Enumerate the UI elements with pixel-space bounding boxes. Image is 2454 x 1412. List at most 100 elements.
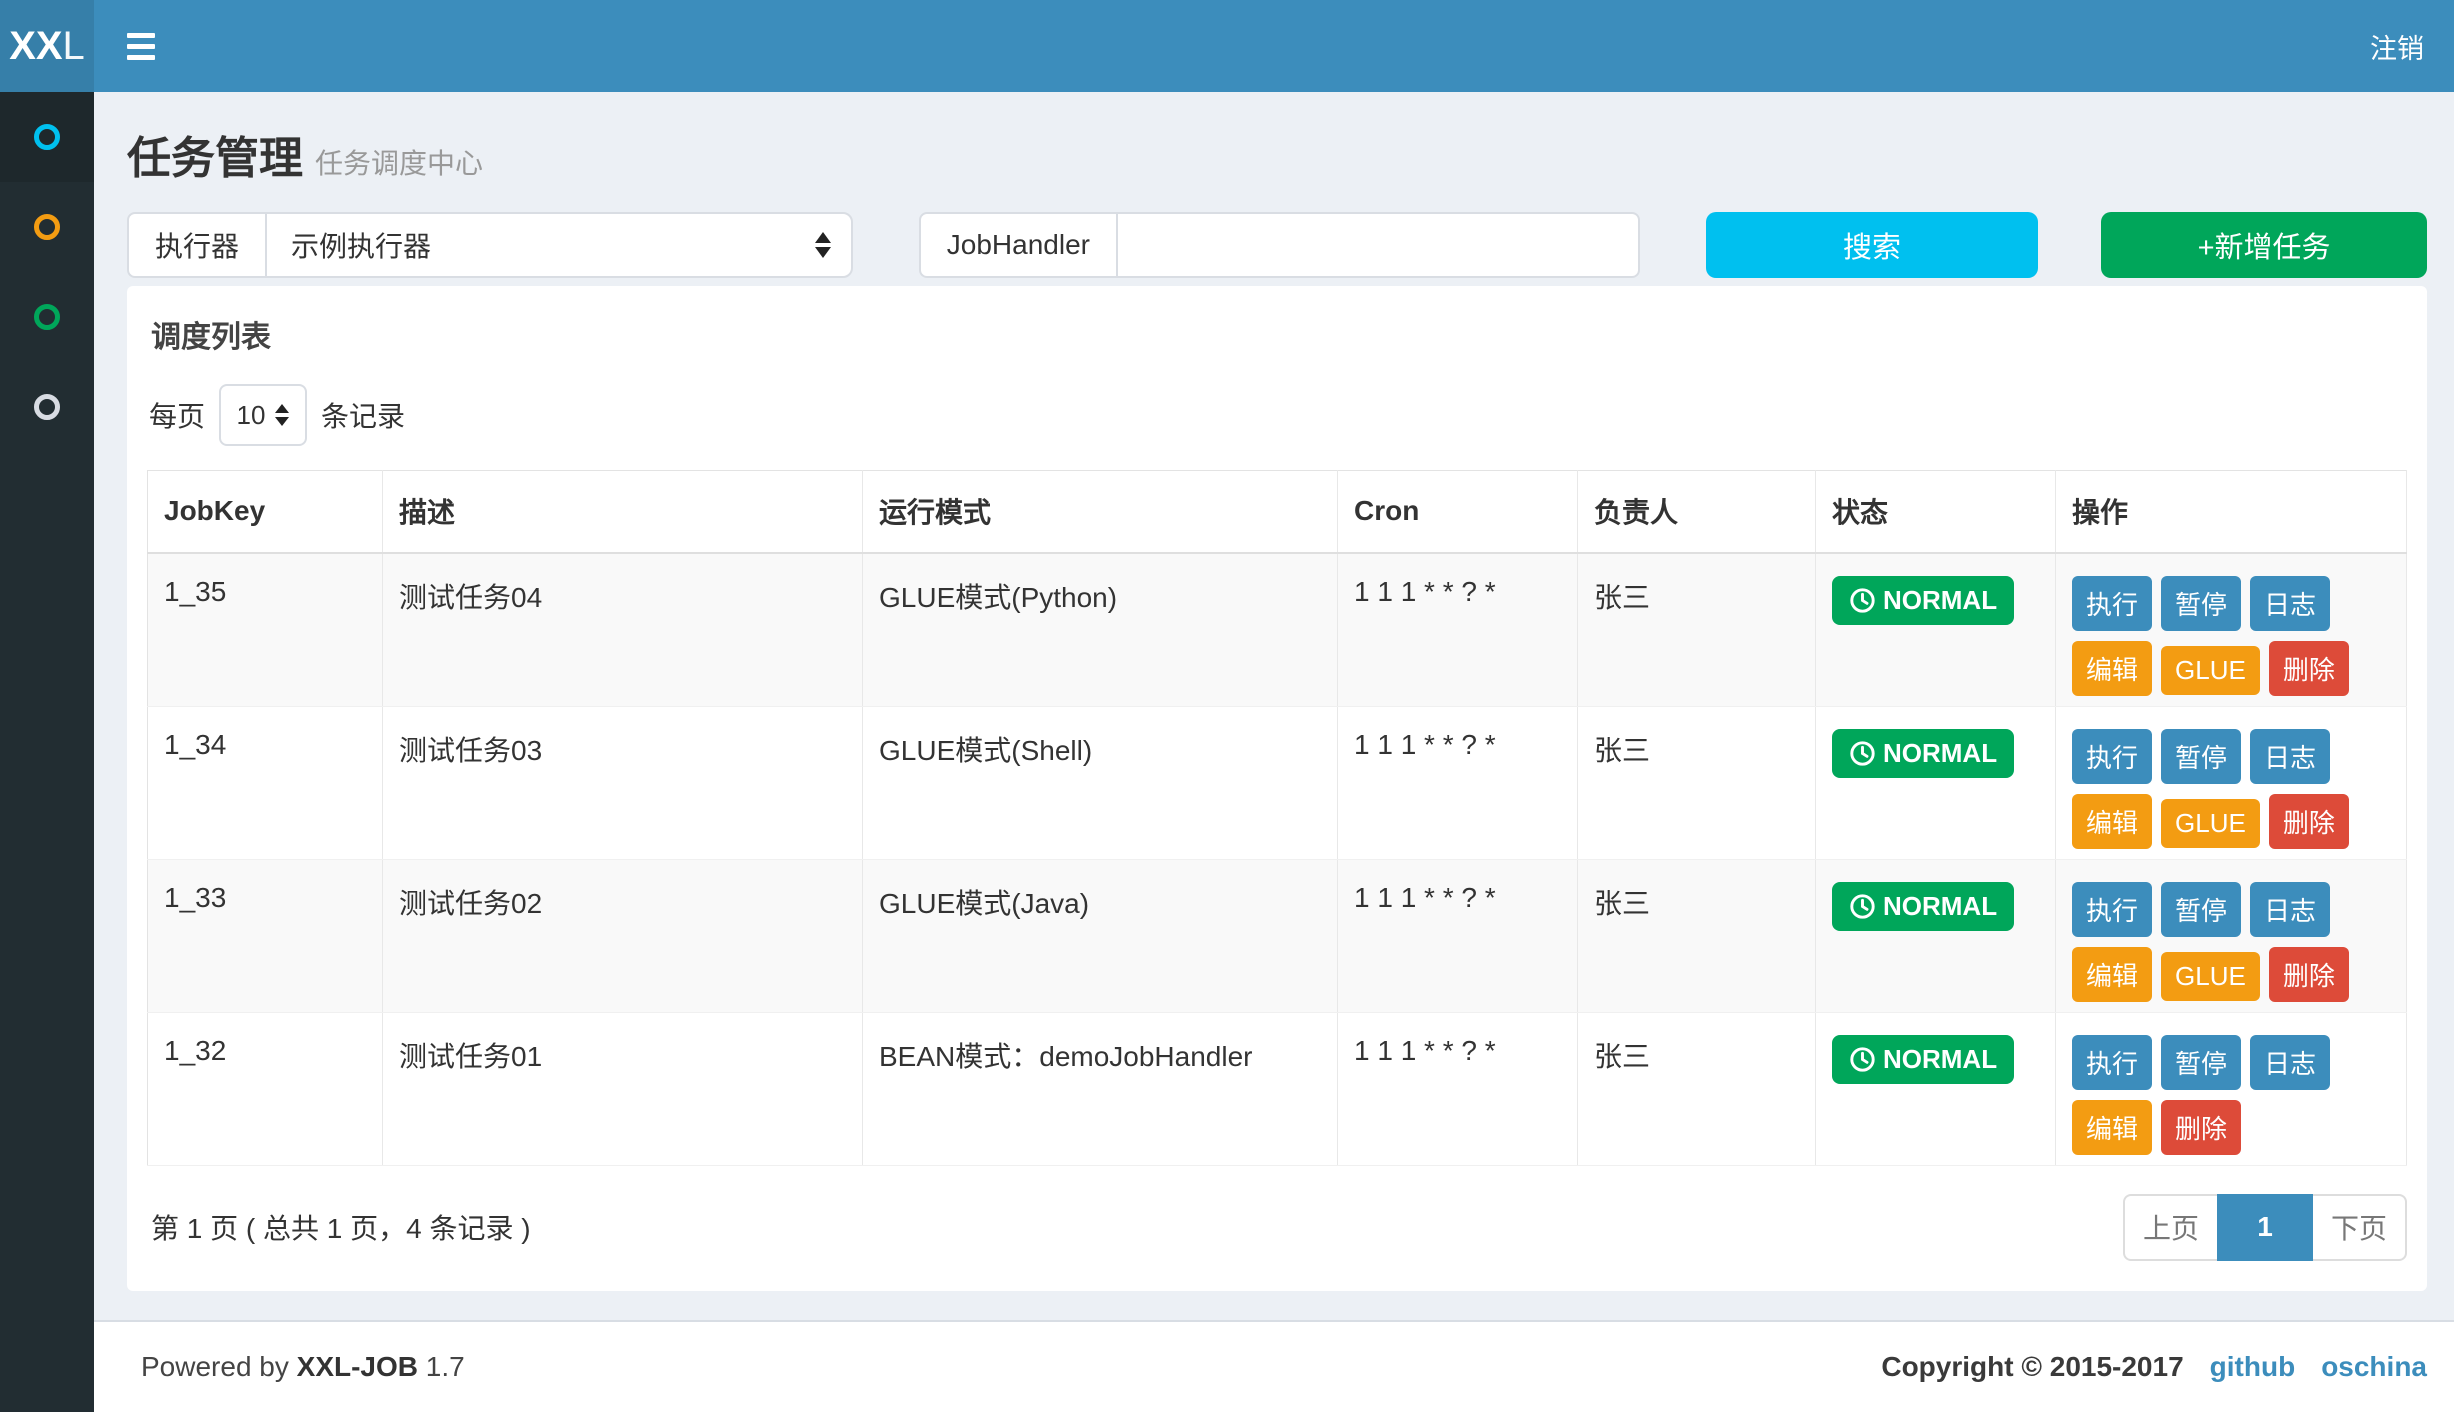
page-size-value: 10 [237, 400, 266, 431]
delete-button[interactable]: 删除 [2161, 1100, 2241, 1155]
circle-o-icon [34, 124, 60, 150]
sidebar-item-2[interactable] [0, 182, 94, 272]
footer-copyright: Copyright © 2015-2017 [1881, 1351, 2183, 1383]
sidebar-item-4[interactable] [0, 362, 94, 452]
pause-button[interactable]: 暂停 [2161, 576, 2241, 631]
executor-select[interactable]: 示例执行器 [265, 212, 853, 278]
page-size-select[interactable]: 10 [219, 384, 307, 446]
sidebar [0, 92, 94, 1412]
product-name: XXL-JOB [297, 1351, 418, 1382]
prev-page-button[interactable]: 上页 [2123, 1194, 2219, 1261]
delete-button[interactable]: 删除 [2269, 641, 2349, 696]
status-badge: NORMAL [1832, 882, 2014, 931]
clock-icon [1849, 587, 1876, 614]
jobkey-cell: 1_35 [148, 553, 383, 707]
jobs-table: JobKey 描述 运行模式 Cron 负责人 状态 操作 1_35 测试任务 [147, 470, 2407, 1166]
pause-button[interactable]: 暂停 [2161, 729, 2241, 784]
pause-button[interactable]: 暂停 [2161, 882, 2241, 937]
content-area: 任务管理任务调度中心 执行器 示例执行器 JobHandler 搜索 [94, 92, 2454, 1320]
sidebar-toggle-button[interactable] [94, 0, 188, 92]
executor-select-value: 示例执行器 [291, 225, 431, 265]
edit-button[interactable]: 编辑 [2072, 947, 2152, 1002]
sidebar-item-3[interactable] [0, 272, 94, 362]
jobkey-cell: 1_33 [148, 859, 383, 1012]
product-version: 1.7 [426, 1351, 465, 1382]
page-size-suffix: 条记录 [321, 395, 405, 435]
glue-button[interactable]: GLUE [2161, 799, 2260, 848]
schedule-list-box: 调度列表 每页 10 条记录 JobKey 描述 运行 [127, 286, 2427, 1291]
select-arrows-icon [275, 404, 289, 426]
pause-button[interactable]: 暂停 [2161, 1035, 2241, 1090]
add-job-button[interactable]: +新增任务 [2101, 212, 2427, 278]
log-button[interactable]: 日志 [2250, 729, 2330, 784]
log-button[interactable]: 日志 [2250, 576, 2330, 631]
desc-cell: 测试任务01 [383, 1012, 863, 1165]
run-button[interactable]: 执行 [2072, 882, 2152, 937]
table-row: 1_34 测试任务03 GLUE模式(Shell) 1 1 1 * * ? * … [148, 706, 2407, 859]
desc-cell: 测试任务04 [383, 553, 863, 707]
logo-bold-text: XX [9, 24, 62, 69]
next-page-button[interactable]: 下页 [2311, 1194, 2407, 1261]
sidebar-item-1[interactable] [0, 92, 94, 182]
owner-cell: 张三 [1578, 553, 1816, 707]
run-button[interactable]: 执行 [2072, 576, 2152, 631]
logout-link[interactable]: 注销 [2340, 27, 2454, 66]
column-header-mode: 运行模式 [863, 471, 1338, 553]
current-page-button[interactable]: 1 [2217, 1194, 2313, 1261]
run-button[interactable]: 执行 [2072, 1035, 2152, 1090]
search-button[interactable]: 搜索 [1706, 212, 2039, 278]
table-row: 1_35 测试任务04 GLUE模式(Python) 1 1 1 * * ? *… [148, 553, 2407, 707]
app-logo[interactable]: XXL [0, 0, 94, 92]
edit-button[interactable]: 编辑 [2072, 794, 2152, 849]
cron-cell: 1 1 1 * * ? * [1338, 859, 1578, 1012]
pagination-summary: 第 1 页 ( 总共 1 页，4 条记录 ) [147, 1207, 531, 1247]
page-footer: Powered by XXL-JOB 1.7 Copyright © 2015-… [94, 1320, 2454, 1412]
column-header-owner: 负责人 [1578, 471, 1816, 553]
top-navbar: XXL 注销 [0, 0, 2454, 92]
column-header-desc: 描述 [383, 471, 863, 553]
owner-cell: 张三 [1578, 706, 1816, 859]
mode-cell: BEAN模式：demoJobHandler [863, 1012, 1338, 1165]
github-link[interactable]: github [2210, 1351, 2296, 1383]
desc-cell: 测试任务03 [383, 706, 863, 859]
column-header-actions: 操作 [2056, 471, 2407, 553]
page-size-control: 每页 10 条记录 [149, 384, 2407, 446]
delete-button[interactable]: 删除 [2269, 794, 2349, 849]
filter-toolbar: 执行器 示例执行器 JobHandler 搜索 +新增任务 [127, 212, 2427, 278]
glue-button[interactable]: GLUE [2161, 646, 2260, 695]
status-badge: NORMAL [1832, 1035, 2014, 1084]
circle-o-icon [34, 394, 60, 420]
log-button[interactable]: 日志 [2250, 882, 2330, 937]
pagination-controls: 上页 1 下页 [2123, 1194, 2407, 1261]
page-size-prefix: 每页 [149, 395, 205, 435]
status-badge: NORMAL [1832, 729, 2014, 778]
table-row: 1_33 测试任务02 GLUE模式(Java) 1 1 1 * * ? * 张… [148, 859, 2407, 1012]
owner-cell: 张三 [1578, 859, 1816, 1012]
jobkey-cell: 1_34 [148, 706, 383, 859]
column-header-jobkey: JobKey [148, 471, 383, 553]
circle-o-icon [34, 214, 60, 240]
executor-label: 执行器 [127, 212, 265, 278]
box-title: 调度列表 [147, 286, 2407, 374]
hamburger-icon [127, 33, 155, 38]
cron-cell: 1 1 1 * * ? * [1338, 1012, 1578, 1165]
delete-button[interactable]: 删除 [2269, 947, 2349, 1002]
log-button[interactable]: 日志 [2250, 1035, 2330, 1090]
clock-icon [1849, 740, 1876, 767]
edit-button[interactable]: 编辑 [2072, 1100, 2152, 1155]
mode-cell: GLUE模式(Shell) [863, 706, 1338, 859]
cron-cell: 1 1 1 * * ? * [1338, 706, 1578, 859]
edit-button[interactable]: 编辑 [2072, 641, 2152, 696]
page-title: 任务管理 [127, 134, 303, 183]
logo-light-text: L [63, 24, 85, 69]
circle-o-icon [34, 304, 60, 330]
jobhandler-input[interactable] [1116, 212, 1640, 278]
glue-button[interactable]: GLUE [2161, 952, 2260, 1001]
column-header-cron: Cron [1338, 471, 1578, 553]
clock-icon [1849, 1046, 1876, 1073]
run-button[interactable]: 执行 [2072, 729, 2152, 784]
table-row: 1_32 测试任务01 BEAN模式：demoJobHandler 1 1 1 … [148, 1012, 2407, 1165]
oschina-link[interactable]: oschina [2321, 1351, 2427, 1383]
column-header-status: 状态 [1816, 471, 2056, 553]
footer-powered: Powered by XXL-JOB 1.7 [141, 1351, 465, 1383]
